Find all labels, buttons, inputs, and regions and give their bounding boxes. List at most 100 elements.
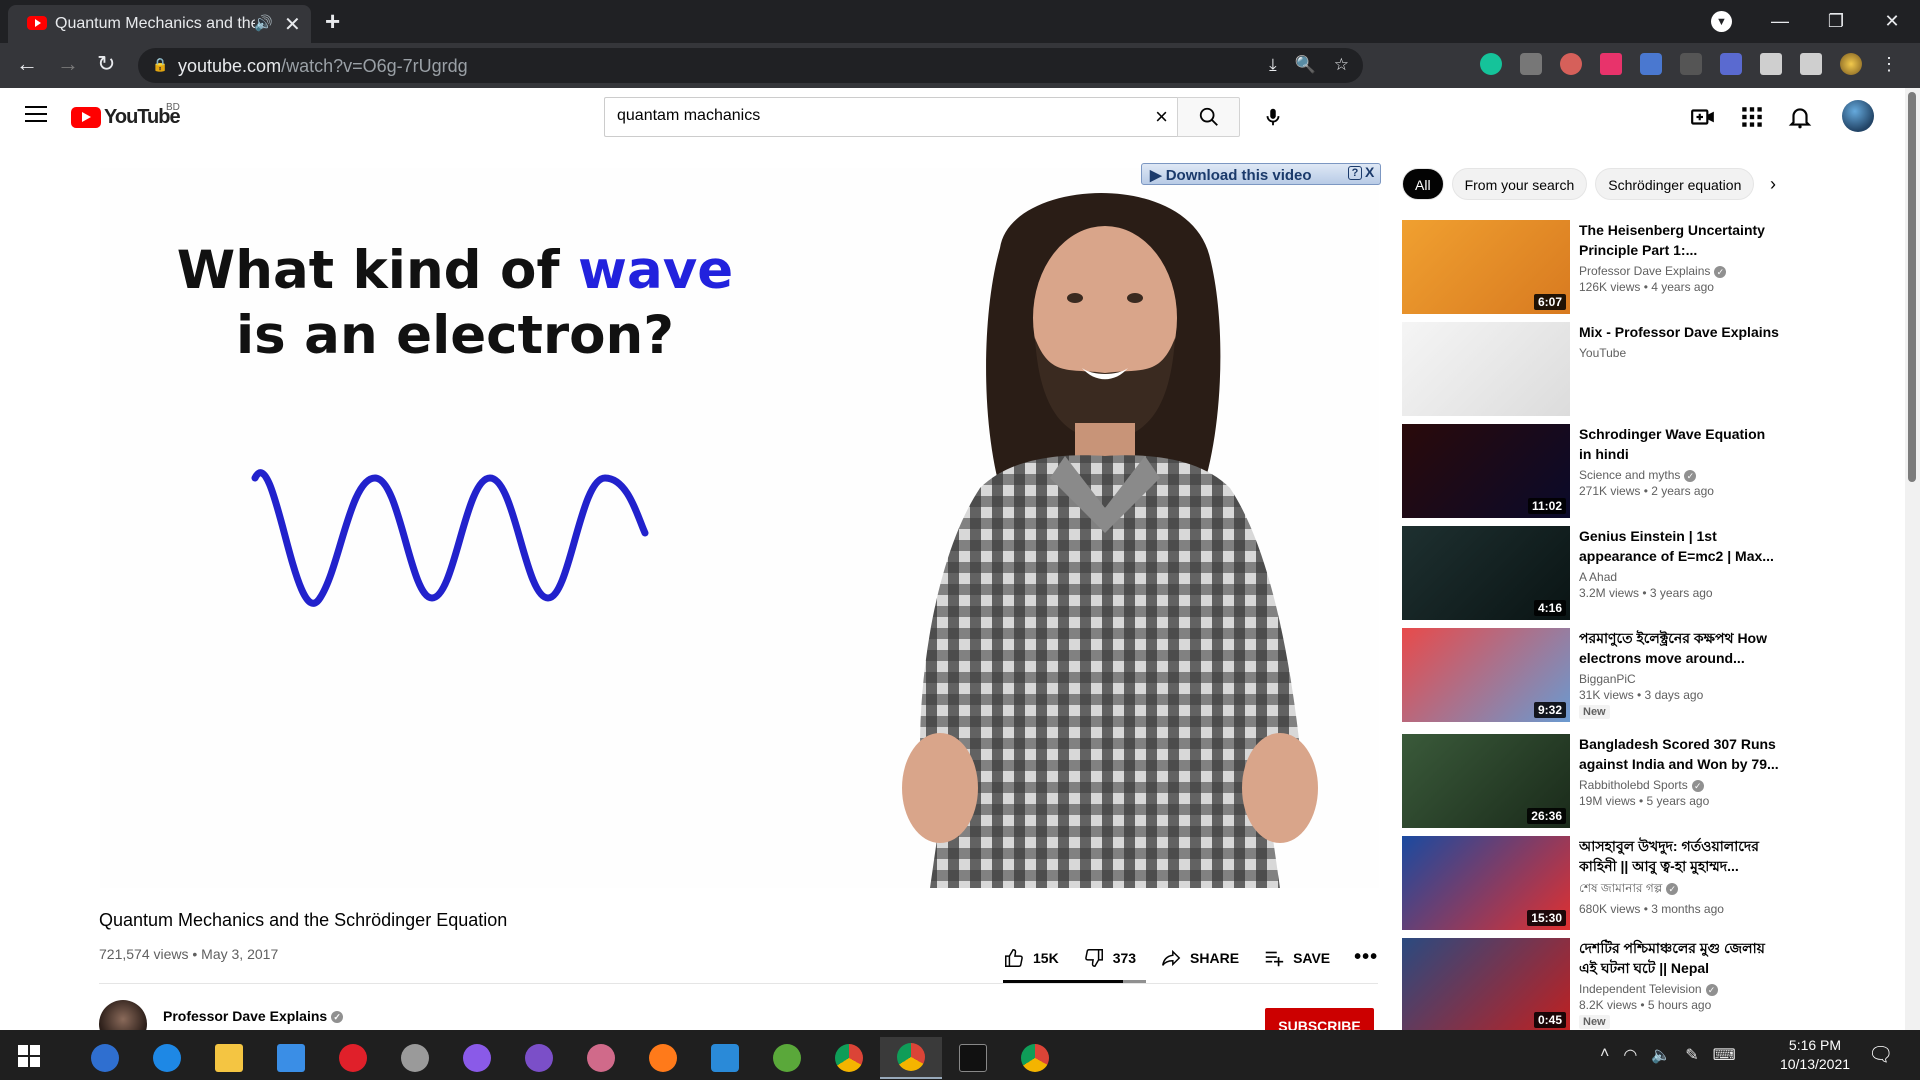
chrome-active-taskbar-icon[interactable] bbox=[880, 1037, 942, 1079]
chrome-profile-taskbar-icon[interactable] bbox=[1004, 1037, 1066, 1079]
opera-taskbar-icon[interactable] bbox=[322, 1037, 384, 1079]
player-extension-icon[interactable] bbox=[1600, 53, 1622, 75]
app-taskbar-icon[interactable] bbox=[384, 1037, 446, 1079]
messenger-taskbar-icon[interactable] bbox=[446, 1037, 508, 1079]
video-title-link[interactable]: The Heisenberg Uncertainty Principle Par… bbox=[1579, 220, 1779, 260]
speaker-icon[interactable]: 🔊 bbox=[254, 14, 273, 32]
browser-tab[interactable]: Quantum Mechanics and the Schrödinger Eq… bbox=[8, 5, 311, 43]
recommended-video[interactable]: 9:32 পরমাণুতে ইলেক্ট্রনের কক্ষপথ How elec… bbox=[1402, 628, 1782, 734]
new-tab-icon[interactable]: + bbox=[325, 6, 340, 37]
download-extension-icon[interactable] bbox=[1640, 53, 1662, 75]
recommended-video[interactable]: Mix - Professor Dave Explains YouTube bbox=[1402, 322, 1782, 424]
video-player[interactable]: What kind of wave is an electron? bbox=[100, 168, 1379, 888]
taskbar-clock[interactable]: 5:16 PM 10/13/2021 bbox=[1770, 1036, 1860, 1074]
video-channel[interactable]: Independent Television ✓ bbox=[1579, 982, 1779, 996]
help-icon[interactable]: ? bbox=[1348, 166, 1362, 180]
video-title-link[interactable]: Schrodinger Wave Equation in hindi bbox=[1579, 424, 1779, 464]
window-close-icon[interactable]: ✕ bbox=[1864, 11, 1920, 32]
video-thumbnail[interactable]: 6:07 bbox=[1402, 220, 1570, 314]
pen-icon[interactable]: ✎ bbox=[1685, 1045, 1698, 1065]
filter-chip[interactable]: All bbox=[1402, 168, 1444, 200]
close-tab-icon[interactable]: ✕ bbox=[284, 12, 301, 37]
lock-icon[interactable]: 🔒 bbox=[152, 57, 168, 73]
puzzle-extensions-icon[interactable] bbox=[1760, 53, 1782, 75]
video-thumbnail[interactable]: 0:45 bbox=[1402, 938, 1570, 1032]
terminal-taskbar-icon[interactable] bbox=[942, 1037, 1004, 1079]
save-button[interactable]: SAVE bbox=[1263, 947, 1330, 969]
wifi-icon[interactable]: ◠ bbox=[1623, 1045, 1637, 1065]
dislike-button[interactable]: 373 bbox=[1083, 947, 1136, 969]
firefox-taskbar-icon[interactable] bbox=[632, 1037, 694, 1079]
account-avatar[interactable] bbox=[1842, 100, 1874, 132]
restore-icon[interactable]: ❐ bbox=[1808, 11, 1864, 32]
notifications-bell-icon[interactable] bbox=[1787, 104, 1813, 130]
video-thumbnail[interactable]: 4:16 bbox=[1402, 526, 1570, 620]
video-thumbnail[interactable]: 11:02 bbox=[1402, 424, 1570, 518]
video-channel[interactable]: Professor Dave Explains ✓ bbox=[1579, 264, 1779, 278]
grammarly-extension-icon[interactable] bbox=[1480, 53, 1502, 75]
tab-search-icon[interactable]: ▼ bbox=[1711, 11, 1732, 32]
install-icon[interactable]: ⤓ bbox=[1269, 55, 1277, 75]
volume-icon[interactable]: 🔈 bbox=[1651, 1045, 1671, 1065]
recommended-video[interactable]: 11:02 Schrodinger Wave Equation in hindi S… bbox=[1402, 424, 1782, 526]
search-button[interactable] bbox=[1177, 97, 1240, 137]
create-video-icon[interactable] bbox=[1690, 104, 1716, 130]
apps-grid-icon[interactable] bbox=[1739, 104, 1765, 130]
video-title-link[interactable]: পরমাণুতে ইলেক্ট্রনের কক্ষপথ How electron… bbox=[1579, 628, 1779, 668]
search-input[interactable]: quantam machanics × bbox=[604, 97, 1178, 137]
mail-taskbar-icon[interactable] bbox=[260, 1037, 322, 1079]
forward-icon[interactable]: → bbox=[57, 51, 79, 77]
more-actions-button[interactable]: ••• bbox=[1354, 946, 1378, 969]
video-channel[interactable]: BigganPiC bbox=[1579, 672, 1779, 686]
video-channel[interactable]: A Ahad bbox=[1579, 570, 1779, 584]
video-thumbnail[interactable] bbox=[1402, 322, 1570, 416]
chevron-right-icon[interactable]: › bbox=[1770, 174, 1776, 195]
extension-icon[interactable] bbox=[1560, 53, 1582, 75]
share-button[interactable]: SHARE bbox=[1160, 947, 1239, 969]
youtube-logo[interactable]: YouTube bbox=[71, 106, 181, 129]
file-explorer-taskbar-icon[interactable] bbox=[198, 1037, 260, 1079]
edge-taskbar-icon[interactable] bbox=[136, 1037, 198, 1079]
video-channel[interactable]: YouTube bbox=[1579, 346, 1779, 360]
bookmark-star-icon[interactable]: ☆ bbox=[1334, 55, 1349, 75]
video-channel[interactable]: Rabbitholebd Sports ✓ bbox=[1579, 778, 1779, 792]
app-taskbar-icon[interactable] bbox=[756, 1037, 818, 1079]
download-video-banner[interactable]: ▶ Download this video ? X bbox=[1141, 163, 1381, 185]
recommended-video[interactable]: 0:45 দেশটির পশ্চিমাঞ্চলের মুগু জেলায় এই … bbox=[1402, 938, 1782, 1044]
video-title-link[interactable]: Genius Einstein | 1st appearance of E=mc… bbox=[1579, 526, 1779, 566]
video-title-link[interactable]: Bangladesh Scored 307 Runs against India… bbox=[1579, 734, 1779, 774]
vscode-taskbar-icon[interactable] bbox=[694, 1037, 756, 1079]
video-thumbnail[interactable]: 15:30 bbox=[1402, 836, 1570, 930]
screenshot-extension-icon[interactable] bbox=[1520, 53, 1542, 75]
close-icon[interactable]: X bbox=[1365, 164, 1374, 180]
filter-chip[interactable]: Schrödinger equation bbox=[1595, 168, 1755, 200]
address-bar[interactable]: 🔒 youtube.com/watch?v=O6g-7rUgrdg ⤓ 🔍 ☆ bbox=[138, 48, 1363, 83]
chrome-taskbar-icon[interactable] bbox=[818, 1037, 880, 1079]
video-thumbnail[interactable]: 26:36 bbox=[1402, 734, 1570, 828]
video-title-link[interactable]: দেশটির পশ্চিমাঞ্চলের মুগু জেলায় এই ঘটনা… bbox=[1579, 938, 1779, 978]
video-title-link[interactable]: আসহাবুল উখদুদ: গর্তওয়ালাদের কাহিনী || আ… bbox=[1579, 836, 1779, 876]
reading-list-icon[interactable] bbox=[1800, 53, 1822, 75]
windows-start-icon[interactable] bbox=[18, 1045, 40, 1067]
search-query[interactable]: quantam machanics bbox=[617, 107, 760, 125]
recommended-video[interactable]: 6:07 The Heisenberg Uncertainty Principle… bbox=[1402, 220, 1782, 322]
keyboard-icon[interactable]: ⌨ bbox=[1713, 1045, 1736, 1065]
zoom-icon[interactable]: 🔍 bbox=[1295, 55, 1316, 75]
video-thumbnail[interactable]: 9:32 bbox=[1402, 628, 1570, 722]
browser-menu-icon[interactable]: ⋮ bbox=[1880, 53, 1898, 75]
clear-search-icon[interactable]: × bbox=[1155, 104, 1168, 130]
voice-search-button[interactable] bbox=[1253, 97, 1293, 137]
recommended-video[interactable]: 26:36 Bangladesh Scored 307 Runs against … bbox=[1402, 734, 1782, 836]
filter-chip[interactable]: From your search bbox=[1451, 168, 1588, 200]
channel-name[interactable]: Professor Dave Explains ✓ bbox=[163, 1008, 344, 1024]
video-channel[interactable]: শেষ জামানার গল্প ✓ bbox=[1579, 880, 1779, 900]
menu-icon[interactable] bbox=[25, 106, 47, 127]
extension-icon[interactable] bbox=[1680, 53, 1702, 75]
reload-icon[interactable]: ↻ bbox=[97, 51, 115, 77]
like-button[interactable]: 15K bbox=[1003, 947, 1059, 969]
action-center-icon[interactable]: 🗨 bbox=[1868, 1042, 1893, 1067]
app-taskbar-icon[interactable] bbox=[570, 1037, 632, 1079]
recommended-video[interactable]: 15:30 আসহাবুল উখদুদ: গর্তওয়ালাদের কাহিনী… bbox=[1402, 836, 1782, 938]
recommended-video[interactable]: 4:16 Genius Einstein | 1st appearance of … bbox=[1402, 526, 1782, 628]
qbittorrent-taskbar-icon[interactable] bbox=[74, 1037, 136, 1079]
